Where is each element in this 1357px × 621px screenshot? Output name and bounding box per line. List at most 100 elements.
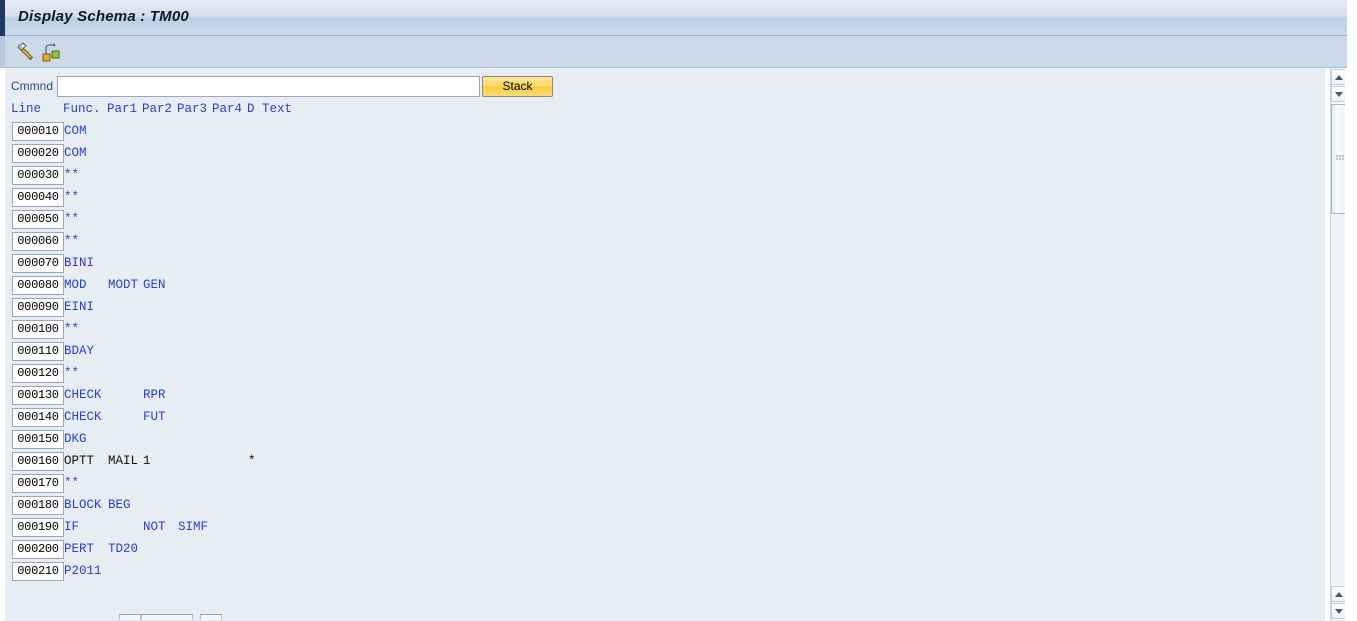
command-input[interactable] (57, 76, 480, 97)
table-row[interactable]: 000080 MOD MODT GEN (5, 276, 1325, 298)
row-cell[interactable]: IF (64, 518, 79, 537)
table-row[interactable]: 000150 DKG (5, 430, 1325, 452)
line-number-field[interactable]: 000020 (12, 144, 64, 163)
table-row[interactable]: 000210 P2011 (5, 562, 1325, 584)
row-cell[interactable]: SIMF (178, 518, 208, 537)
table-row[interactable]: 000020 COM (5, 144, 1325, 166)
row-cells: ** (64, 232, 1314, 251)
row-cell[interactable]: BINI (64, 254, 94, 273)
row-cell[interactable]: ** (64, 320, 79, 339)
row-cell[interactable]: ** (64, 166, 79, 185)
line-number-field[interactable]: 000040 (12, 188, 64, 207)
table-row[interactable]: 000030 ** (5, 166, 1325, 188)
column-header-par3: Par3 (177, 102, 208, 116)
line-number-field[interactable]: 000060 (12, 232, 64, 251)
row-cells: ** (64, 210, 1314, 229)
row-cells: BINI (64, 254, 1314, 273)
row-cell[interactable]: NOT (143, 518, 166, 537)
row-cell[interactable]: 1 (143, 452, 151, 471)
row-cell[interactable]: CHECK (64, 386, 102, 405)
column-header-line: Line (11, 102, 42, 116)
table-row[interactable]: 000110 BDAY (5, 342, 1325, 364)
row-cell[interactable]: GEN (143, 276, 166, 295)
schema-hierarchy-icon[interactable] (40, 41, 62, 63)
line-number-field[interactable]: 000180 (12, 496, 64, 515)
line-number-field[interactable]: 000210 (12, 562, 64, 581)
row-cell[interactable]: EINI (64, 298, 94, 317)
table-row[interactable]: 000130 CHECK RPR (5, 386, 1325, 408)
row-cell[interactable]: BLOCK (64, 496, 102, 515)
table-row[interactable]: 000120 ** (5, 364, 1325, 386)
line-number-field[interactable]: 000150 (12, 430, 64, 449)
column-header-text: Text (262, 102, 293, 116)
row-cell[interactable]: MODT (108, 276, 138, 295)
display-change-pencil-icon[interactable] (14, 41, 36, 63)
row-cell[interactable]: MAIL (108, 452, 138, 471)
stack-button[interactable]: Stack (482, 76, 553, 97)
row-cells: ** (64, 188, 1314, 207)
application-toolbar: © www.tutorialkart.com (0, 36, 1347, 99)
line-number-field[interactable]: 000090 (12, 298, 64, 317)
row-cell[interactable]: COM (64, 144, 87, 163)
chevron-up-icon (1335, 75, 1343, 80)
row-cell[interactable]: ** (64, 364, 79, 383)
row-cell[interactable]: BDAY (64, 342, 94, 361)
row-cell[interactable]: FUT (143, 408, 166, 427)
row-cells: MOD MODT GEN (64, 276, 1314, 295)
table-row[interactable]: 000040 ** (5, 188, 1325, 210)
table-row[interactable]: 000190 IF NOT SIMF (5, 518, 1325, 540)
row-cells: ** (64, 320, 1314, 339)
row-cells: EINI (64, 298, 1314, 317)
row-cell[interactable]: ** (64, 232, 79, 251)
line-number-field[interactable]: 000080 (12, 276, 64, 295)
line-number-field[interactable]: 000070 (12, 254, 64, 273)
row-cell[interactable]: ** (64, 474, 79, 493)
row-cells: ** (64, 166, 1314, 185)
table-row[interactable]: 000050 ** (5, 210, 1325, 232)
line-number-field[interactable]: 000030 (12, 166, 64, 185)
row-cell[interactable]: P2011 (64, 562, 102, 581)
row-cell[interactable]: MOD (64, 276, 87, 295)
line-number-field[interactable]: 000140 (12, 408, 64, 427)
table-row[interactable]: 000180 BLOCK BEG (5, 496, 1325, 518)
row-cell[interactable]: PERT (64, 540, 94, 559)
column-header-d: D (247, 102, 255, 116)
sap-window: Display Schema : TM00 © www.tutorialkart… (0, 0, 1357, 621)
row-cell[interactable]: TD20 (108, 540, 138, 559)
table-row[interactable]: 000170 ** (5, 474, 1325, 496)
row-cell[interactable]: RPR (143, 386, 166, 405)
line-number-field[interactable]: 000010 (12, 122, 64, 141)
table-row[interactable]: 000140 CHECK FUT (5, 408, 1325, 430)
partial-input-box[interactable] (119, 614, 141, 620)
row-cell[interactable]: ** (64, 188, 79, 207)
table-row[interactable]: 000060 ** (5, 232, 1325, 254)
line-number-field[interactable]: 000200 (12, 540, 64, 559)
row-cells: ** (64, 364, 1314, 383)
row-cell[interactable]: CHECK (64, 408, 102, 427)
line-number-field[interactable]: 000190 (12, 518, 64, 537)
partial-input-box[interactable] (141, 614, 193, 620)
table-row[interactable]: 000090 EINI (5, 298, 1325, 320)
table-row[interactable]: 000200 PERT TD20 (5, 540, 1325, 562)
line-number-field[interactable]: 000050 (12, 210, 64, 229)
line-number-field[interactable]: 000110 (12, 342, 64, 361)
table-row[interactable]: 000160 OPTT MAIL 1 * (5, 452, 1325, 474)
row-cell[interactable]: ** (64, 210, 79, 229)
table-row[interactable]: 000010 COM (5, 122, 1325, 144)
row-cell[interactable]: COM (64, 122, 87, 141)
partial-input-box[interactable] (200, 614, 222, 620)
line-number-field[interactable]: 000160 (12, 452, 64, 471)
row-cell[interactable]: DKG (64, 430, 87, 449)
row-cell[interactable]: * (248, 452, 256, 471)
line-number-field[interactable]: 000120 (12, 364, 64, 383)
line-number-field[interactable]: 000100 (12, 320, 64, 339)
line-number-field[interactable]: 000170 (12, 474, 64, 493)
schema-editor-panel: Cmmnd Stack Line Func. Par1 Par2 Par3 Par4 D Te… (5, 68, 1348, 621)
window-title-bar: Display Schema : TM00 (0, 0, 1347, 36)
row-cell[interactable]: OPTT (64, 452, 94, 471)
line-number-field[interactable]: 000130 (12, 386, 64, 405)
table-row[interactable]: 000100 ** (5, 320, 1325, 342)
row-cell[interactable]: BEG (108, 496, 131, 515)
table-row[interactable]: 000070 BINI (5, 254, 1325, 276)
row-cells: CHECK RPR (64, 386, 1314, 405)
